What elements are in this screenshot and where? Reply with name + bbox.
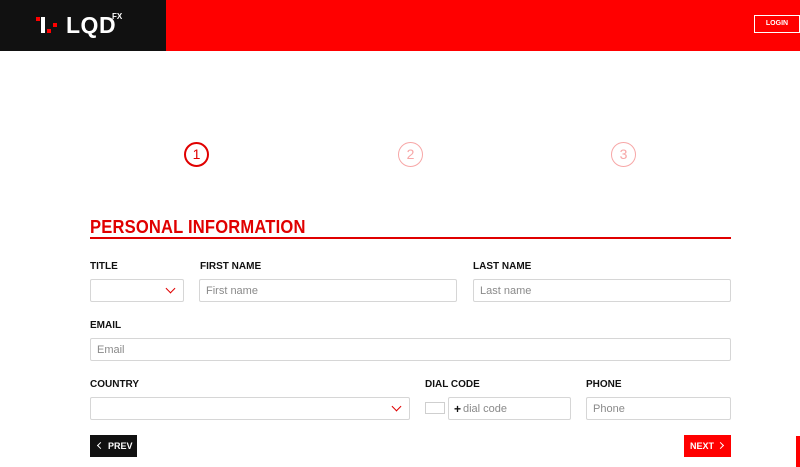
next-button[interactable]: NEXT — [684, 435, 731, 457]
logo-mark-icon — [36, 17, 57, 33]
email-input[interactable] — [90, 338, 731, 361]
phone-label: PHONE — [586, 379, 622, 390]
dial-plus-sign: + — [454, 402, 462, 416]
prev-button-label: PREV — [108, 441, 133, 451]
logo-text: LQD — [66, 12, 117, 38]
phone-input[interactable] — [586, 397, 731, 420]
dial-code-input[interactable] — [461, 398, 569, 419]
dial-code-label: DIAL CODE — [425, 379, 480, 390]
first-name-input[interactable] — [199, 279, 457, 302]
next-button-label: NEXT — [690, 441, 715, 451]
step-2-indicator[interactable]: 2 — [398, 142, 423, 167]
section-divider — [90, 237, 731, 239]
login-button[interactable]: LOGIN — [754, 15, 800, 33]
top-bar: LQD FX LOGIN — [0, 0, 800, 51]
step-3-indicator[interactable]: 3 — [611, 142, 636, 167]
last-name-input[interactable] — [473, 279, 731, 302]
first-name-label: FIRST NAME — [200, 261, 262, 272]
last-name-label: LAST NAME — [473, 261, 532, 272]
dial-code-field[interactable]: + — [448, 397, 571, 420]
logo-superscript: FX — [112, 12, 123, 21]
title-select[interactable] — [90, 279, 184, 302]
side-tab[interactable] — [796, 436, 800, 467]
logo[interactable]: LQD FX — [0, 0, 166, 51]
flag-icon[interactable] — [425, 402, 445, 414]
chevron-left-icon — [96, 441, 105, 450]
prev-button[interactable]: PREV — [90, 435, 137, 457]
chevron-down-icon — [391, 401, 402, 412]
title-label: TITLE — [90, 261, 118, 272]
chevron-right-icon — [716, 441, 725, 450]
section-title: PERSONAL INFORMATION — [90, 217, 306, 237]
step-1-indicator: 1 — [184, 142, 209, 167]
country-select[interactable] — [90, 397, 410, 420]
country-label: COUNTRY — [90, 379, 140, 390]
email-label: EMAIL — [90, 320, 122, 331]
chevron-down-icon — [165, 283, 176, 294]
